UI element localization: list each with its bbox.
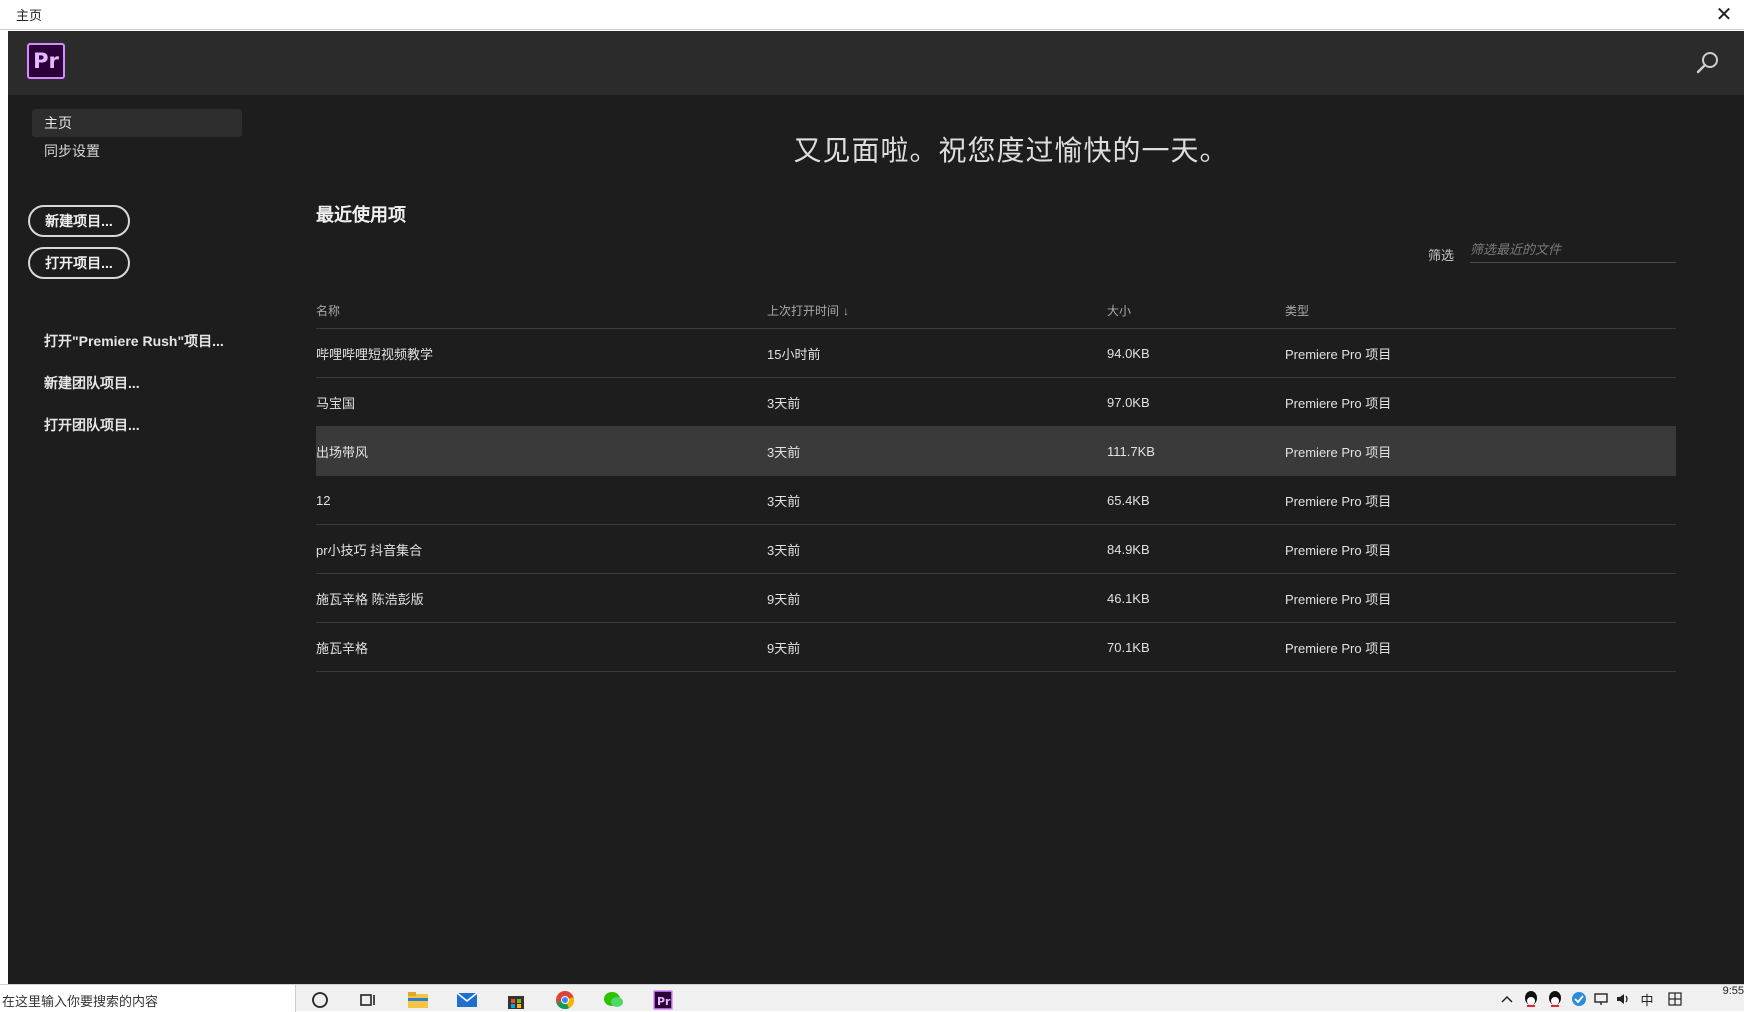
sidebar-item-sync-settings[interactable]: 同步设置 <box>32 137 242 165</box>
app-header: Pr <box>8 31 1744 95</box>
column-header-last-opened[interactable]: 上次打开时间 ↓ <box>767 302 1107 319</box>
row-name: 施瓦辛格 陈浩彭版 <box>316 591 424 607</box>
filter-label: 筛选 <box>1428 248 1455 263</box>
task-view-icon[interactable] <box>356 988 380 1012</box>
network-icon[interactable] <box>1592 990 1610 1008</box>
store-icon[interactable] <box>504 988 528 1012</box>
open-project-button[interactable]: 打开项目... <box>28 247 130 279</box>
table-row[interactable]: pr小技巧 抖音集合 3天前 84.9KB Premiere Pro 项目 <box>316 525 1676 574</box>
row-size: 94.0KB <box>1107 345 1150 361</box>
window-title: 主页 <box>16 8 43 23</box>
volume-icon[interactable] <box>1614 990 1632 1008</box>
row-size: 46.1KB <box>1107 590 1150 606</box>
row-type: Premiere Pro 项目 <box>1285 542 1392 558</box>
sort-down-icon: ↓ <box>843 304 850 318</box>
taskbar-search-box[interactable]: 在这里输入你要搜索的内容 <box>0 985 296 1012</box>
greeting-text: 又见面啦。祝您度过愉快的一天。 <box>793 135 1229 166</box>
sidebar: 主页 同步设置 新建项目... 打开项目... 打开"Premiere Rush… <box>8 95 278 984</box>
row-size: 65.4KB <box>1107 492 1150 508</box>
row-date: 9天前 <box>767 640 801 656</box>
table-header: 名称 上次打开时间 ↓ 大小 类型 <box>316 293 1676 329</box>
row-name: 马宝国 <box>316 395 356 411</box>
search-button[interactable] <box>1694 49 1722 77</box>
table-row[interactable]: 哔哩哔哩短视频教学 15小时前 94.0KB Premiere Pro 项目 <box>316 329 1676 378</box>
wechat-icon[interactable] <box>602 988 626 1012</box>
window-titlebar: 主页 ✕ <box>0 0 1744 30</box>
premiere-home-window: Pr 主页 同步设置 新建项目... 打开项目... 打开"Premiere R… <box>8 31 1744 984</box>
filter-input[interactable] <box>1470 237 1676 263</box>
sidebar-item-home[interactable]: 主页 <box>32 109 242 137</box>
premiere-icon[interactable]: Pr <box>651 988 675 1012</box>
row-type: Premiere Pro 项目 <box>1285 640 1392 656</box>
row-type: Premiere Pro 项目 <box>1285 493 1392 509</box>
close-button[interactable]: ✕ <box>1704 0 1744 30</box>
row-type: Premiere Pro 项目 <box>1285 591 1392 607</box>
table-row[interactable]: 马宝国 3天前 97.0KB Premiere Pro 项目 <box>316 378 1676 427</box>
qq-icon[interactable] <box>1546 990 1564 1008</box>
row-type: Premiere Pro 项目 <box>1285 346 1392 362</box>
column-header-type[interactable]: 类型 <box>1285 302 1676 319</box>
row-name: pr小技巧 抖音集合 <box>316 542 423 558</box>
row-date: 15小时前 <box>767 346 821 362</box>
column-header-size[interactable]: 大小 <box>1107 302 1285 319</box>
row-date: 9天前 <box>767 591 801 607</box>
premiere-logo: Pr <box>27 43 65 79</box>
row-date: 3天前 <box>767 444 801 460</box>
windows-taskbar: 在这里输入你要搜索的内容 Pr 中 9:55 <box>0 984 1744 1012</box>
security-shield-icon[interactable] <box>1570 990 1588 1008</box>
recent-files-table: 名称 上次打开时间 ↓ 大小 类型 哔哩哔哩短视频教学 15小时前 94.0KB … <box>316 293 1676 672</box>
search-icon <box>1696 52 1718 74</box>
svg-text:Pr: Pr <box>657 995 671 1008</box>
qq-icon[interactable] <box>1522 990 1540 1008</box>
file-explorer-icon[interactable] <box>406 988 430 1012</box>
row-size: 70.1KB <box>1107 639 1150 655</box>
row-name: 出场带风 <box>316 444 369 460</box>
open-rush-project-link[interactable]: 打开"Premiere Rush"项目... <box>44 331 224 351</box>
table-row[interactable]: 12 3天前 65.4KB Premiere Pro 项目 <box>316 476 1676 525</box>
row-date: 3天前 <box>767 542 801 558</box>
row-type: Premiere Pro 项目 <box>1285 444 1392 460</box>
row-name: 12 <box>316 492 331 508</box>
table-row[interactable]: 施瓦辛格 陈浩彭版 9天前 46.1KB Premiere Pro 项目 <box>316 574 1676 623</box>
recent-items-title: 最近使用项 <box>316 205 406 225</box>
taskbar-clock[interactable]: 9:55 <box>1723 985 1744 997</box>
ime-indicator[interactable]: 中 <box>1638 990 1656 1008</box>
row-name: 哔哩哔哩短视频教学 <box>316 346 434 362</box>
row-size: 97.0KB <box>1107 394 1150 410</box>
new-team-project-link[interactable]: 新建团队项目... <box>44 373 140 393</box>
mail-icon[interactable] <box>455 988 479 1012</box>
open-team-project-link[interactable]: 打开团队项目... <box>44 415 140 435</box>
table-row[interactable]: 施瓦辛格 9天前 70.1KB Premiere Pro 项目 <box>316 623 1676 672</box>
row-type: Premiere Pro 项目 <box>1285 395 1392 411</box>
row-date: 3天前 <box>767 395 801 411</box>
row-name: 施瓦辛格 <box>316 640 369 656</box>
new-project-button[interactable]: 新建项目... <box>28 205 130 237</box>
column-header-last-opened-label: 上次打开时间 <box>767 304 840 318</box>
row-size: 84.9KB <box>1107 541 1150 557</box>
chrome-icon[interactable] <box>553 988 577 1012</box>
column-header-name[interactable]: 名称 <box>316 302 767 319</box>
table-row-selected[interactable]: 出场带风 3天前 111.7KB Premiere Pro 项目 <box>316 427 1676 476</box>
row-size: 111.7KB <box>1107 443 1155 459</box>
tray-chevron-up-icon[interactable] <box>1498 990 1516 1008</box>
row-date: 3天前 <box>767 493 801 509</box>
cortana-search-icon[interactable] <box>308 988 332 1012</box>
ime-mode-icon[interactable] <box>1666 990 1684 1008</box>
